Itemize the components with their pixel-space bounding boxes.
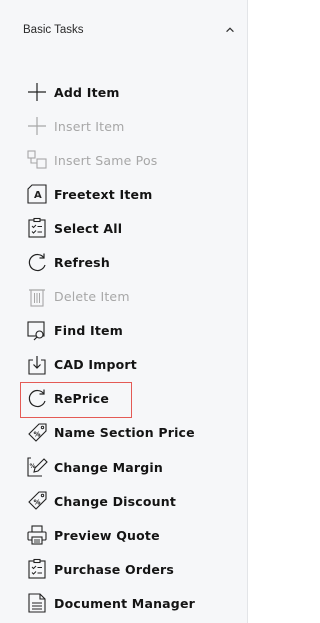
task-list: Add Item Insert Item Insert Same Pos A F… [20, 75, 241, 621]
item-label: Add Item [54, 84, 120, 100]
document-manager-button[interactable]: Document Manager [26, 586, 241, 620]
plus-icon [26, 115, 48, 137]
refresh-button[interactable]: Refresh [26, 245, 241, 279]
document-icon [26, 592, 48, 614]
item-label: Name Section Price [54, 425, 195, 441]
item-label: Refresh [54, 255, 110, 271]
preview-quote-button[interactable]: Preview Quote [26, 518, 241, 552]
refresh-icon [26, 388, 48, 410]
checklist-clipboard-icon [26, 558, 48, 580]
purchase-orders-button[interactable]: Purchase Orders [26, 552, 241, 586]
chevron-up-icon[interactable] [223, 23, 237, 37]
insert-same-pos-icon [26, 149, 48, 171]
svg-text:%: % [34, 430, 41, 438]
edit-margin-icon: % [26, 456, 48, 478]
select-all-button[interactable]: Select All [26, 211, 241, 245]
item-label: CAD Import [54, 357, 137, 373]
item-label: RePrice [54, 391, 110, 407]
change-margin-button[interactable]: % Change Margin [26, 450, 241, 484]
find-item-button[interactable]: Find Item [26, 314, 241, 348]
trash-icon [26, 286, 48, 308]
item-label: Document Manager [54, 595, 195, 611]
price-tag-icon: % [26, 490, 48, 512]
insert-same-pos-button[interactable]: Insert Same Pos [26, 143, 241, 177]
price-tag-icon: % [26, 422, 48, 444]
name-section-price-button[interactable]: % Name Section Price [26, 416, 241, 450]
freetext-icon: A [26, 183, 48, 205]
item-label: Delete Item [54, 289, 130, 305]
insert-item-button[interactable]: Insert Item [26, 109, 241, 143]
reprice-button[interactable]: RePrice [20, 381, 241, 418]
item-label: Freetext Item [54, 186, 153, 202]
delete-item-button[interactable]: Delete Item [26, 280, 241, 314]
panel-title: Basic Tasks [23, 24, 84, 36]
plus-icon [26, 81, 48, 103]
item-label: Insert Same Pos [54, 152, 158, 168]
item-label: Find Item [54, 323, 123, 339]
freetext-item-button[interactable]: A Freetext Item [26, 177, 241, 211]
refresh-icon [26, 252, 48, 274]
basic-tasks-panel: Basic Tasks Add Item Insert Item Insert … [0, 0, 248, 623]
change-discount-button[interactable]: % Change Discount [26, 484, 241, 518]
svg-text:%: % [34, 499, 41, 507]
item-label: Purchase Orders [54, 561, 175, 577]
find-icon [26, 320, 48, 342]
panel-header[interactable]: Basic Tasks [0, 0, 247, 60]
svg-text:%: % [30, 463, 36, 470]
checklist-clipboard-icon [26, 217, 48, 239]
printer-icon [26, 524, 48, 546]
svg-text:A: A [34, 190, 42, 201]
import-icon [26, 354, 48, 376]
item-label: Change Discount [54, 493, 177, 509]
item-label: Change Margin [54, 459, 163, 475]
item-label: Select All [54, 220, 123, 236]
item-label: Preview Quote [54, 527, 160, 543]
add-item-button[interactable]: Add Item [26, 75, 241, 109]
item-label: Insert Item [54, 118, 125, 134]
cad-import-button[interactable]: CAD Import [26, 348, 241, 382]
